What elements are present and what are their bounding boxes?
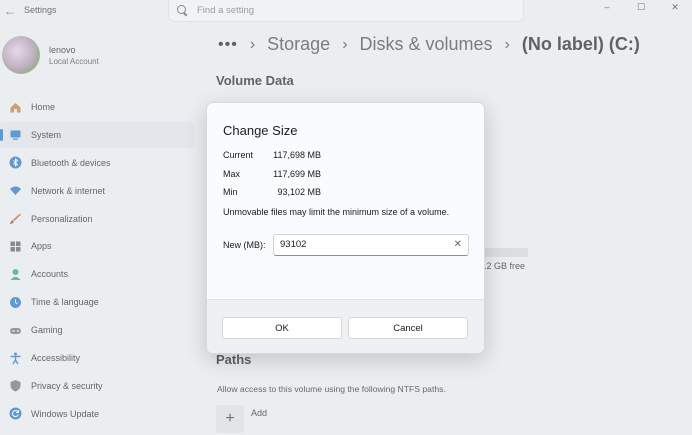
min-size-value: 93,102 MB [277, 187, 321, 197]
dialog-note: Unmovable files may limit the minimum si… [223, 207, 450, 217]
new-size-input[interactable] [280, 239, 440, 250]
clear-icon[interactable]: ✕ [454, 239, 462, 251]
current-size-label: Current [223, 150, 254, 160]
new-size-label: New (MB): [223, 240, 266, 250]
change-size-dialog: Change Size Current 117,698 MB Max 117,6… [206, 102, 485, 354]
new-size-field[interactable]: ✕ [273, 234, 469, 256]
max-size-label: Max [223, 169, 241, 179]
ok-button[interactable]: OK [222, 317, 342, 339]
current-size-value: 117,698 MB [273, 150, 321, 160]
dialog-footer: OK Cancel [207, 299, 484, 353]
min-size-label: Min [223, 187, 238, 197]
dialog-title: Change Size [223, 123, 298, 138]
cancel-button[interactable]: Cancel [348, 317, 468, 339]
max-size-value: 117,699 MB [273, 169, 321, 179]
